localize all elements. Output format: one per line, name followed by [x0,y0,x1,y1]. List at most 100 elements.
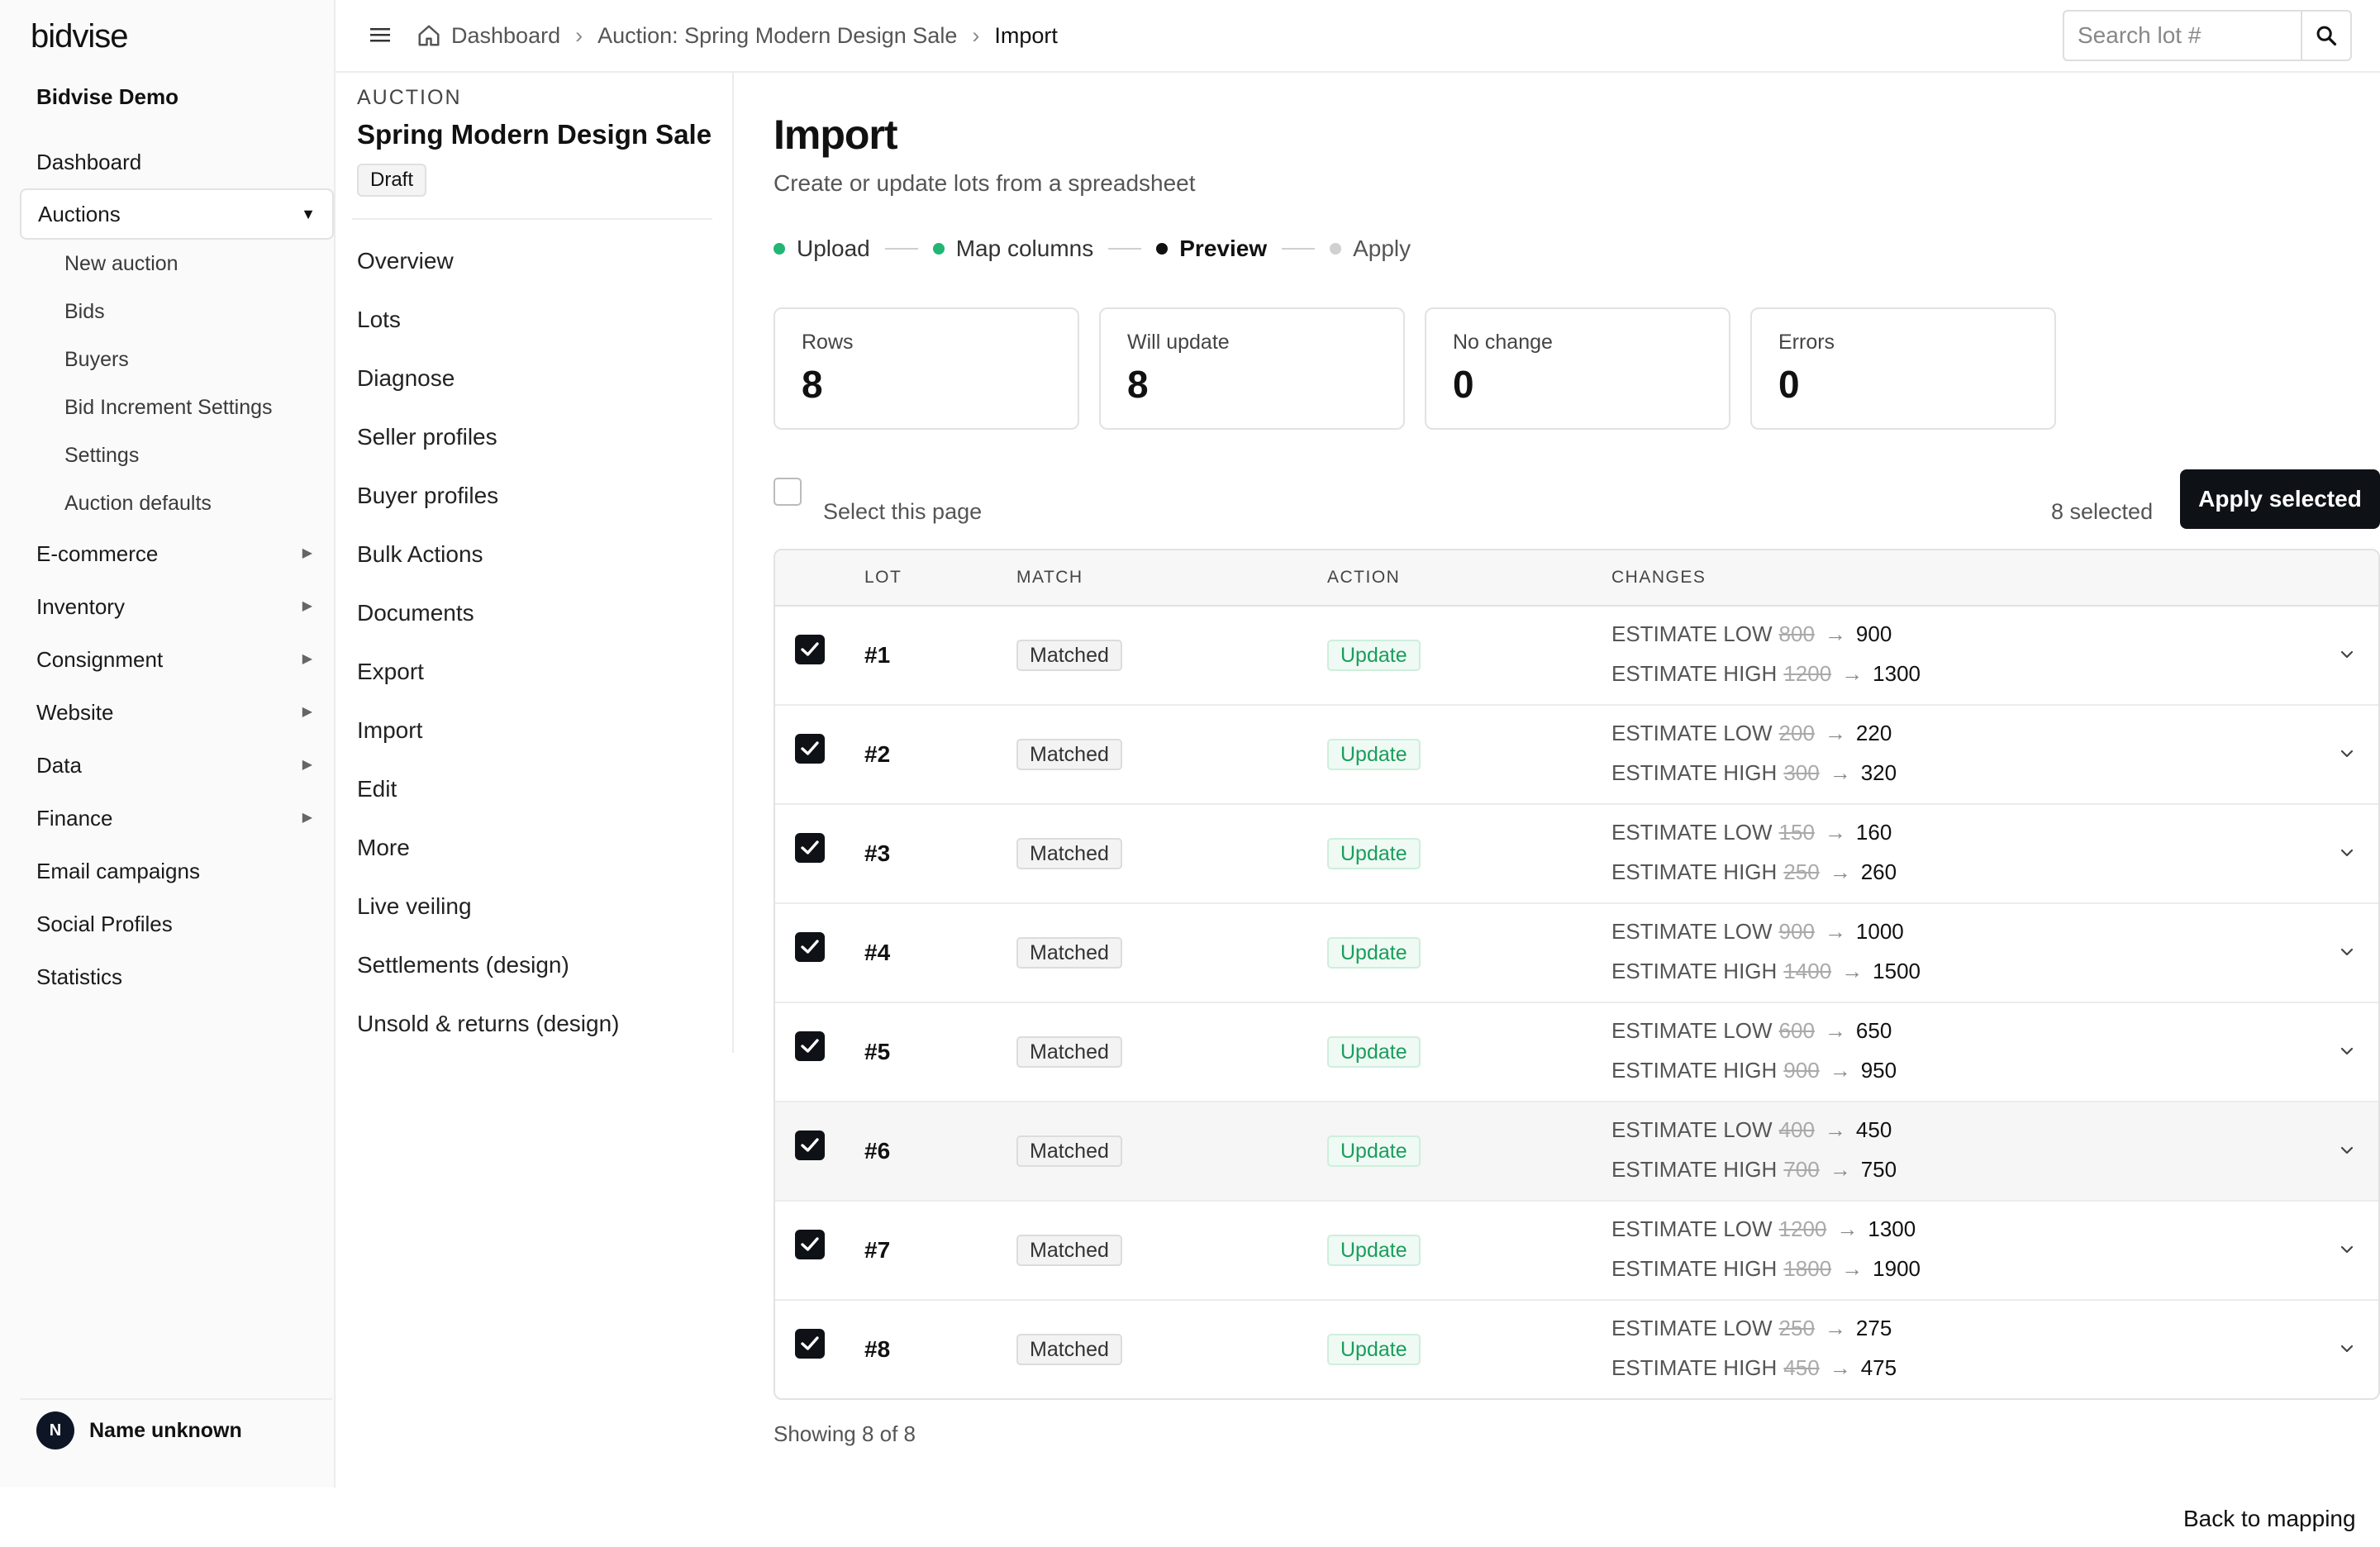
row-checkbox[interactable] [795,1031,825,1061]
sidebar-item-email-campaigns[interactable]: Email campaigns [20,845,336,897]
sidebar-item-finance[interactable]: Finance ▶ [20,792,336,845]
auction-nav-live-veiling[interactable]: Live veiling [357,877,619,935]
auction-nav-settlements[interactable]: Settlements (design) [357,935,619,994]
hamburger-menu-icon[interactable] [369,21,392,48]
sidebar-subitem-auction-defaults[interactable]: Auction defaults [20,479,336,527]
breadcrumb-dashboard[interactable]: Dashboard [451,23,560,49]
auction-nav-edit[interactable]: Edit [357,759,619,818]
sidebar-item-inventory[interactable]: Inventory ▶ [20,580,336,633]
table-row[interactable]: #2 Matched Update ESTIMATE LOW 200 → 220 ESTIMA… [775,706,2378,805]
chevron-down-icon[interactable] [2337,942,2357,962]
sidebar-item-website[interactable]: Website ▶ [20,686,336,739]
auction-nav-documents[interactable]: Documents [357,583,619,642]
sidebar-subitem-bid-increment-settings[interactable]: Bid Increment Settings [20,383,336,431]
sidebar-item-consignment[interactable]: Consignment ▶ [20,633,336,686]
topbar: Dashboard › Auction: Spring Modern Desig… [336,0,2380,73]
auction-kicker: AUCTION [357,86,462,109]
select-page-label[interactable]: Select this page [823,499,982,525]
change-field-label: ESTIMATE LOW [1611,621,1773,646]
apply-selected-button[interactable]: Apply selected [2180,469,2380,529]
action-badge: Update [1327,739,1421,770]
sidebar-subitem-settings[interactable]: Settings [20,431,336,479]
sidebar-subitem-new-auction[interactable]: New auction [20,240,336,288]
sidebar-item-social-profiles[interactable]: Social Profiles [20,897,336,950]
auction-nav-lots[interactable]: Lots [357,290,619,349]
auction-nav-export[interactable]: Export [357,642,619,701]
sidebar-item-dashboard[interactable]: Dashboard [20,136,336,188]
lot-number: #2 [864,741,891,767]
old-value: 150 [1778,820,1815,845]
change-estimate-high: ESTIMATE HIGH 1400 → 1500 [1611,959,1921,984]
sidebar-nav: Dashboard Auctions ▼ New auction Bids Buy… [20,136,336,1003]
step-label: Map columns [955,236,1094,261]
import-stepper: Upload Map columns Preview Apply [774,235,1411,263]
row-checkbox[interactable] [795,635,825,664]
table-row[interactable]: #7 Matched Update ESTIMATE LOW 1200 → 1300 ESTI… [775,1202,2378,1301]
auction-nav-unsold-returns[interactable]: Unsold & returns (design) [357,994,619,1053]
sidebar-item-statistics[interactable]: Statistics [20,950,336,1003]
select-page-checkbox[interactable] [774,478,802,506]
change-field-label: ESTIMATE HIGH [1611,1355,1778,1380]
auction-nav-overview[interactable]: Overview [357,231,619,290]
old-value: 450 [1783,1355,1820,1380]
table-row[interactable]: #8 Matched Update ESTIMATE LOW 250 → 275 ESTIMA… [775,1301,2378,1398]
sidebar-item-data[interactable]: Data ▶ [20,739,336,792]
sidebar-item-label: Consignment [36,647,164,672]
caret-right-icon: ▶ [302,599,312,613]
table-row[interactable]: #4 Matched Update ESTIMATE LOW 900 → 1000 ESTIM… [775,904,2378,1003]
table-row[interactable]: #3 Matched Update ESTIMATE LOW 150 → 160 ESTIMA… [775,805,2378,904]
row-checkbox[interactable] [795,1130,825,1160]
new-value: 1300 [1868,1216,1916,1241]
search-icon [2316,26,2337,46]
sidebar-subitem-buyers[interactable]: Buyers [20,336,336,383]
change-estimate-low: ESTIMATE LOW 400 → 450 [1611,1117,1892,1143]
step-map-columns[interactable]: Map columns [932,236,1094,262]
chevron-down-icon[interactable] [2337,843,2357,863]
row-checkbox[interactable] [795,1230,825,1259]
search-input[interactable] [2064,12,2304,60]
sidebar-subitem-bids[interactable]: Bids [20,288,336,336]
chevron-down-icon[interactable] [2337,1240,2357,1259]
home-icon[interactable] [416,23,441,48]
auction-nav-buyer-profiles[interactable]: Buyer profiles [357,466,619,525]
row-checkbox[interactable] [795,932,825,962]
auction-nav-diagnose[interactable]: Diagnose [357,349,619,407]
step-upload[interactable]: Upload [774,236,870,262]
sidebar-item-auctions[interactable]: Auctions ▼ [20,188,334,240]
new-value: 750 [1860,1157,1897,1182]
chevron-down-icon[interactable] [2337,1140,2357,1160]
stat-value: 8 [802,363,823,406]
sidebar-item-e-commerce[interactable]: E-commerce ▶ [20,527,336,580]
org-name[interactable]: Bidvise Demo [36,84,178,110]
old-value: 1200 [1783,661,1832,686]
auction-nav-import[interactable]: Import [357,701,619,759]
step-dot [1330,243,1342,255]
stat-label: No change [1453,331,1553,354]
arrow-right-icon: → [1841,1256,1864,1281]
chevron-down-icon[interactable] [2337,744,2357,764]
row-checkbox[interactable] [795,833,825,863]
change-field-label: ESTIMATE HIGH [1611,1256,1778,1281]
table-row[interactable]: #5 Matched Update ESTIMATE LOW 600 → 650 ESTIMA… [775,1003,2378,1102]
search-button[interactable] [2301,12,2350,60]
chevron-down-icon[interactable] [2337,1339,2357,1359]
auction-nav-seller-profiles[interactable]: Seller profiles [357,407,619,466]
change-estimate-low: ESTIMATE LOW 150 → 160 [1611,820,1892,845]
row-checkbox[interactable] [795,1329,825,1359]
chevron-down-icon[interactable] [2337,645,2357,664]
chevron-down-icon[interactable] [2337,1041,2357,1061]
table-row[interactable]: #1 Matched Update ESTIMATE LOW 800 → 900 ESTIMA… [775,607,2378,706]
row-checkbox[interactable] [795,734,825,764]
arrow-right-icon: → [1824,1117,1846,1142]
auction-nav-more[interactable]: More [357,818,619,877]
table-row[interactable]: #6 Matched Update ESTIMATE LOW 400 → 450 ESTIMA… [775,1102,2378,1202]
breadcrumb-auction[interactable]: Auction: Spring Modern Design Sale [597,23,957,49]
back-to-mapping-link[interactable]: Back to mapping [2183,1506,2356,1532]
avatar: N [36,1411,74,1449]
sidebar-item-label: Data [36,753,82,778]
sidebar: bidvise Bidvise Demo Dashboard Auctions ▼… [0,0,336,1488]
auction-nav-bulk-actions[interactable]: Bulk Actions [357,525,619,583]
brand-logo[interactable]: bidvise [31,18,129,55]
user-menu[interactable]: N Name unknown [20,1398,332,1461]
caret-right-icon: ▶ [302,705,312,719]
